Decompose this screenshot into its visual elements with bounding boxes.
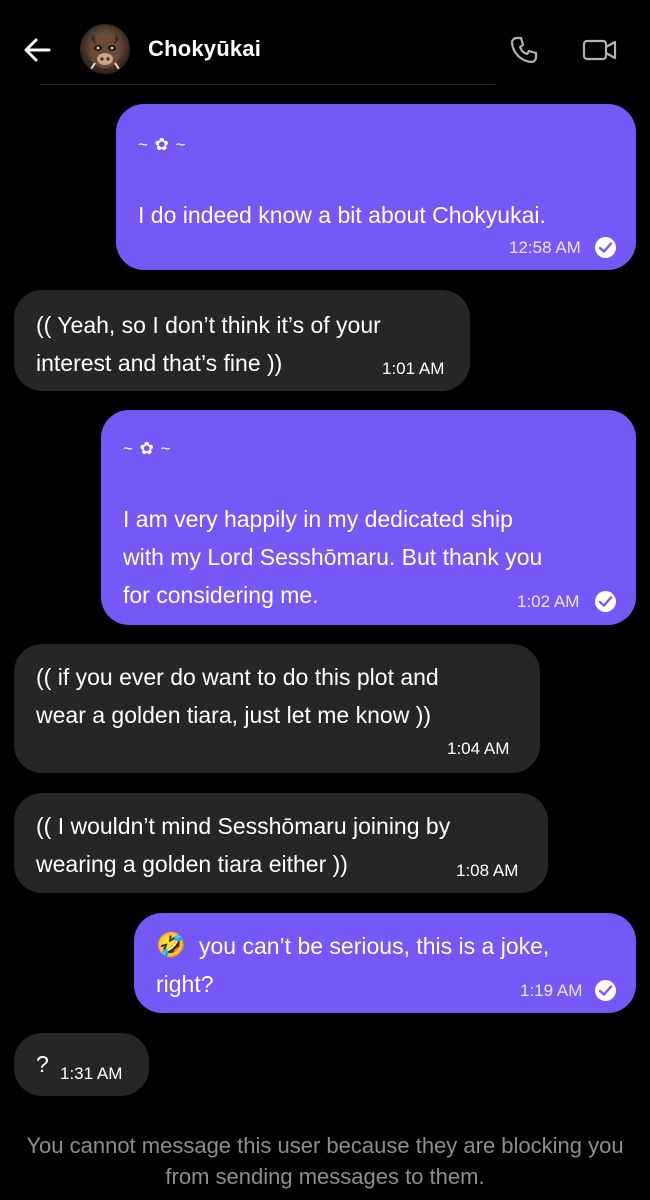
avatar[interactable]	[80, 24, 130, 74]
message-text: I do indeed know a bit about Chokyukai.	[138, 202, 546, 228]
message-time: 1:19 AM	[520, 981, 583, 1000]
header-divider	[40, 84, 495, 85]
chat-header: Chokyūkai	[0, 0, 650, 86]
message-bubble-outgoing[interactable]: ~ ✿ ~ I am very happily in my dedicated …	[101, 410, 636, 625]
read-receipt-icon	[595, 980, 616, 1001]
message-text: I am very happily in my dedicated ship w…	[123, 506, 543, 608]
message-time: 1:02 AM	[517, 592, 580, 611]
voice-call-button[interactable]	[508, 34, 540, 66]
message-text: ?	[36, 1051, 49, 1077]
contact-name[interactable]: Chokyūkai	[148, 36, 261, 62]
message-bubble-outgoing[interactable]: 🤣 you can’t be serious, this is a joke, …	[134, 913, 636, 1013]
video-camera-icon	[582, 39, 617, 61]
message-text: you can’t be serious, this is a joke, ri…	[156, 933, 550, 997]
message-bubble-incoming[interactable]: (( Yeah, so I don’t think it’s of your i…	[14, 290, 470, 391]
read-receipt-icon	[595, 237, 616, 258]
message-time: 1:01 AM	[382, 359, 445, 378]
message-bubble-incoming[interactable]: ? 1:31 AM	[14, 1033, 149, 1096]
message-time: 1:31 AM	[60, 1064, 123, 1083]
phone-icon	[510, 36, 538, 64]
message-bubble-incoming[interactable]: (( I wouldn’t mind Sesshōmaru joining by…	[14, 793, 548, 893]
blocked-notice: You cannot message this user because the…	[26, 1133, 624, 1189]
video-call-button[interactable]	[581, 34, 619, 66]
message-time: 12:58 AM	[509, 238, 581, 257]
read-receipt-icon	[595, 591, 616, 612]
arrow-left-icon	[24, 38, 51, 62]
message-text: (( I wouldn’t mind Sesshōmaru joining by…	[36, 813, 451, 877]
message-text: (( if you ever do want to do this plot a…	[36, 664, 439, 728]
flower-decoration: ~ ✿ ~	[123, 439, 172, 458]
message-bubble-outgoing[interactable]: ~ ✿ ~ I do indeed know a bit about Choky…	[116, 104, 636, 270]
message-bubble-incoming[interactable]: (( if you ever do want to do this plot a…	[14, 644, 540, 773]
boar-mask-avatar-image	[90, 34, 120, 70]
message-time: 1:04 AM	[447, 739, 510, 758]
message-text: (( Yeah, so I don’t think it’s of your i…	[36, 312, 381, 376]
message-time: 1:08 AM	[456, 861, 519, 880]
back-button[interactable]	[22, 34, 54, 66]
flower-decoration: ~ ✿ ~	[138, 135, 187, 154]
